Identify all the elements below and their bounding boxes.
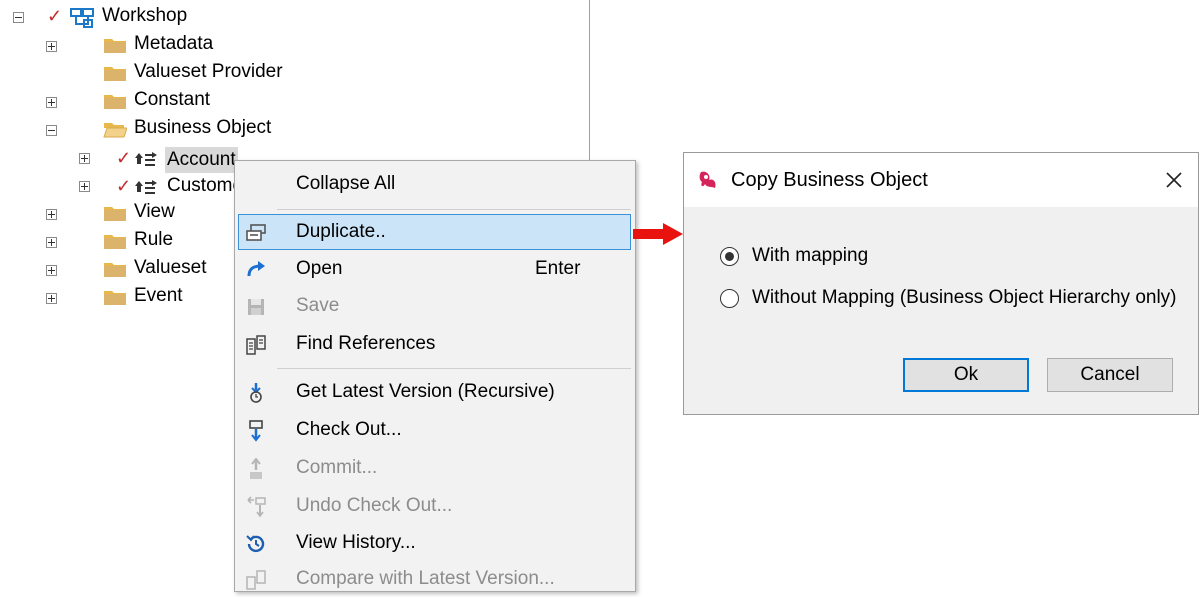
menu-item-compare-with-latest[interactable]: Compare with Latest Version... (237, 561, 631, 597)
tree-item-rule[interactable]: Rule (134, 227, 173, 253)
save-icon (245, 296, 267, 318)
menu-separator (277, 368, 631, 369)
folder-icon (103, 288, 126, 305)
expand-valueset-toggle[interactable] (46, 265, 57, 276)
radio-label: Without Mapping (Business Object Hierarc… (752, 287, 1177, 308)
expand-account-toggle[interactable] (79, 153, 90, 164)
menu-item-label: Find References (296, 333, 436, 354)
menu-item-open[interactable]: Open Enter (237, 251, 631, 287)
tree-root-label[interactable]: Workshop (102, 3, 187, 29)
undo-check-out-icon (245, 496, 267, 518)
close-icon[interactable] (1162, 168, 1186, 192)
expand-rule-toggle[interactable] (46, 237, 57, 248)
expand-constant-toggle[interactable] (46, 97, 57, 108)
tree-item-account[interactable]: Account (165, 147, 238, 173)
expand-view-toggle[interactable] (46, 209, 57, 220)
cancel-button[interactable]: Cancel (1047, 358, 1173, 392)
menu-item-label: Compare with Latest Version... (296, 568, 555, 589)
expand-event-toggle[interactable] (46, 293, 57, 304)
menu-item-collapse-all[interactable]: Collapse All (237, 166, 631, 202)
menu-item-get-latest-version[interactable]: Get Latest Version (Recursive) (237, 374, 631, 410)
copy-business-object-dialog: Copy Business Object With mapping Withou… (683, 152, 1199, 415)
radio-without-mapping[interactable]: Without Mapping (Business Object Hierarc… (720, 283, 1177, 313)
app-logo-icon (697, 168, 721, 197)
check-out-icon (245, 420, 267, 442)
checked-in-icon: ✓ (116, 148, 132, 168)
checked-in-icon: ✓ (116, 176, 132, 196)
menu-item-label: View History... (296, 532, 416, 553)
commit-icon (245, 458, 267, 480)
menu-item-label: Duplicate.. (296, 221, 386, 242)
compare-icon (245, 569, 267, 591)
menu-item-label: Save (296, 295, 340, 316)
menu-item-label: Open (296, 258, 343, 279)
history-icon (245, 533, 267, 555)
menu-item-check-out[interactable]: Check Out... (237, 412, 631, 448)
radio-button[interactable] (720, 288, 739, 308)
dialog-titlebar[interactable]: Copy Business Object (684, 153, 1198, 207)
context-menu: Collapse All Duplicate.. Open Enter Save… (234, 160, 636, 592)
menu-item-save[interactable]: Save (237, 288, 631, 324)
radio-label: With mapping (752, 245, 869, 266)
ok-button[interactable]: Ok (903, 358, 1029, 392)
find-references-icon (245, 334, 267, 356)
radio-button-checked[interactable] (720, 246, 739, 266)
radio-with-mapping[interactable]: With mapping (720, 241, 868, 271)
workshop-project-icon (70, 6, 94, 33)
menu-item-undo-check-out[interactable]: Undo Check Out... (237, 488, 631, 524)
business-object-icon (133, 150, 159, 175)
expand-metadata-toggle[interactable] (46, 41, 57, 52)
tree-item-event[interactable]: Event (134, 283, 183, 309)
collapse-business-object-toggle[interactable] (46, 125, 57, 136)
tree-item-valueset[interactable]: Valueset (134, 255, 207, 281)
get-latest-icon (245, 382, 267, 404)
tree-item-valueset-provider[interactable]: Valueset Provider (134, 59, 283, 85)
folder-icon (103, 232, 126, 249)
menu-item-view-history[interactable]: View History... (237, 525, 631, 561)
folder-icon (103, 92, 126, 109)
tree-item-customer[interactable]: Custome (167, 173, 243, 199)
menu-item-label: Undo Check Out... (296, 495, 453, 516)
duplicate-icon (245, 222, 267, 244)
folder-icon (103, 64, 126, 81)
tree-item-view[interactable]: View (134, 199, 175, 225)
menu-item-commit[interactable]: Commit... (237, 450, 631, 486)
dialog-title: Copy Business Object (731, 169, 928, 191)
annotation-arrow-icon (633, 222, 683, 251)
menu-item-label: Collapse All (296, 173, 396, 194)
folder-open-icon (103, 120, 127, 138)
menu-item-find-references[interactable]: Find References (237, 326, 631, 362)
menu-item-shortcut: Enter (535, 258, 581, 279)
tree-item-metadata[interactable]: Metadata (134, 31, 213, 57)
folder-icon (103, 36, 126, 53)
menu-item-label: Commit... (296, 457, 378, 478)
tree-item-constant[interactable]: Constant (134, 87, 210, 113)
menu-item-label: Get Latest Version (Recursive) (296, 381, 555, 402)
checked-in-icon: ✓ (47, 6, 63, 26)
open-arrow-icon (245, 259, 267, 281)
menu-item-label: Check Out... (296, 419, 402, 440)
menu-item-duplicate[interactable]: Duplicate.. (238, 214, 631, 250)
menu-separator (277, 209, 631, 210)
tree-item-business-object[interactable]: Business Object (134, 115, 271, 141)
folder-icon (103, 204, 126, 221)
expand-customer-toggle[interactable] (79, 181, 90, 192)
collapse-workshop-toggle[interactable] (13, 12, 24, 23)
folder-icon (103, 260, 126, 277)
